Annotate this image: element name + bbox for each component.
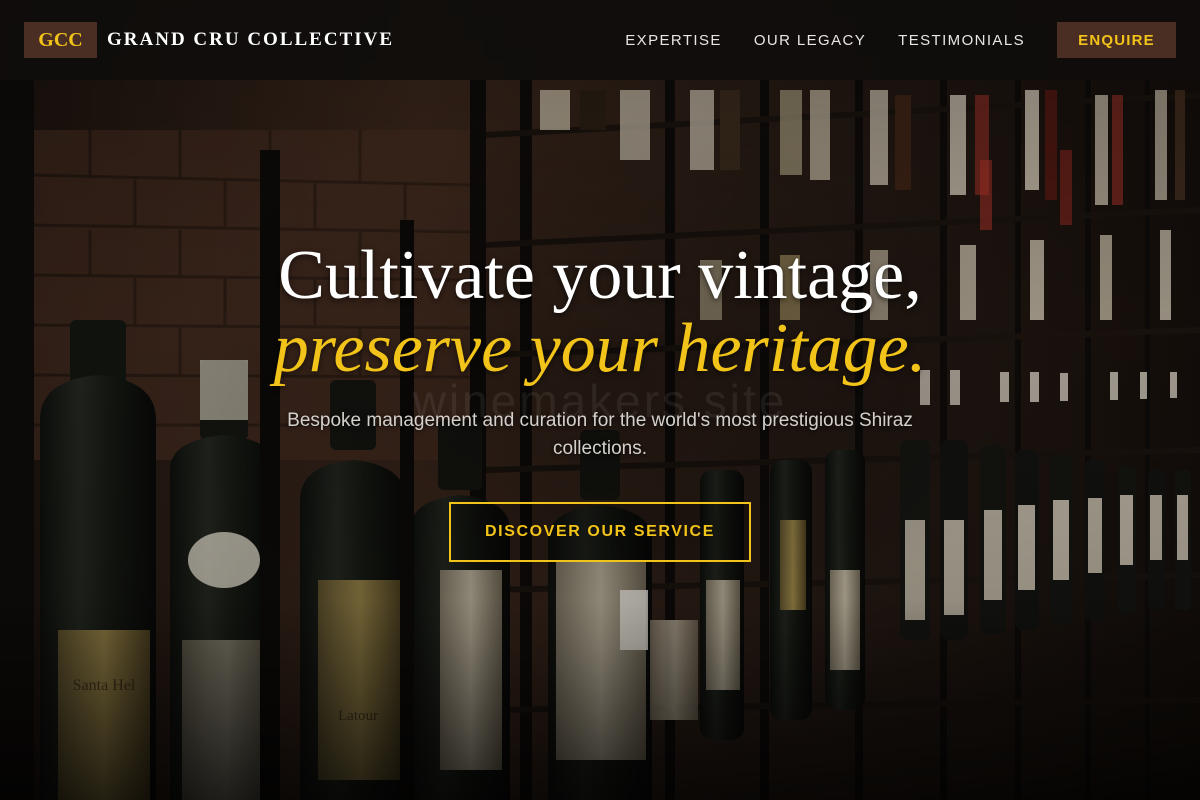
nav-links: EXPERTISE OUR LEGACY TESTIMONIALS ENQUIR… — [625, 22, 1176, 58]
discover-service-button[interactable]: DISCOVER OUR SERVICE — [449, 502, 751, 562]
enquire-button[interactable]: ENQUIRE — [1057, 22, 1176, 58]
nav-link-testimonials[interactable]: TESTIMONIALS — [898, 32, 1025, 49]
brand-name: GRAND CRU COLLECTIVE — [107, 29, 395, 50]
hero-headline-line2: preserve your heritage. — [273, 310, 927, 387]
nav-link-our-legacy[interactable]: OUR LEGACY — [754, 32, 866, 49]
hero-subtitle: Bespoke management and curation for the … — [287, 410, 913, 459]
hero-headline-line1: Cultivate your vintage, — [278, 237, 922, 314]
nav-link-expertise[interactable]: EXPERTISE — [625, 32, 722, 49]
brand-monogram: GCC — [24, 22, 97, 58]
hero-section: winemakers site Cultivate your vintage, … — [0, 0, 1200, 800]
top-navigation-bar: GCC GRAND CRU COLLECTIVE EXPERTISE OUR L… — [0, 0, 1200, 80]
brand-logo[interactable]: GCC GRAND CRU COLLECTIVE — [24, 22, 394, 58]
